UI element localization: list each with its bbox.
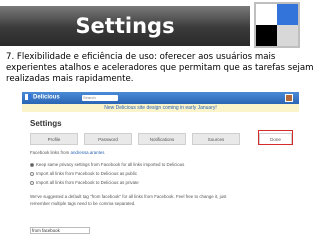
delicious-logo-icon [254, 2, 300, 48]
section-user-link[interactable]: andressa.arantes [71, 150, 105, 155]
tab-profile[interactable]: Profile [30, 133, 78, 145]
option-keep-privacy[interactable]: Keep same privacy settings from Facebook… [30, 162, 184, 167]
slide-title: Settings [75, 14, 175, 38]
option-label: Import all links from Facebook to Delici… [36, 171, 138, 176]
tag-note-line-2: remember multiple tags need to be comma … [30, 201, 136, 206]
slide-description: 7. Flexibilidade e eficiência de uso: of… [6, 52, 314, 84]
option-label: Import all links from Facebook to Delici… [36, 180, 139, 185]
option-import-private[interactable]: Import all links from Facebook to Delici… [30, 180, 139, 185]
radio-icon[interactable] [30, 171, 34, 176]
settings-tabs: Profile Password Notifications Sources D… [30, 130, 295, 145]
section-label: Facebook links from [30, 150, 70, 155]
tab-password[interactable]: Password [84, 133, 132, 145]
default-tag-input[interactable]: from facebook [30, 227, 90, 234]
slide-header: Settings [0, 0, 320, 50]
section-heading: Facebook links from andressa.arantes [30, 150, 104, 155]
option-label: Keep same privacy settings from Facebook… [36, 162, 185, 167]
app-header: Delicious Search [22, 92, 299, 104]
page-title: Settings [30, 119, 62, 128]
done-highlight-box [258, 130, 293, 145]
option-import-public[interactable]: Import all links from Facebook to Delici… [30, 171, 137, 176]
radio-icon[interactable] [30, 162, 34, 167]
brand[interactable]: Delicious [25, 94, 60, 101]
brand-icon [25, 94, 31, 100]
radio-icon[interactable] [30, 180, 34, 185]
notice-text[interactable]: New Delicious site design coming in earl… [104, 105, 217, 111]
search-input[interactable]: Search [82, 95, 118, 101]
tab-sources[interactable]: Sources [192, 133, 240, 145]
delicious-settings-screenshot: Delicious Search New Delicious site desi… [22, 92, 299, 238]
brand-label: Delicious [33, 94, 60, 101]
avatar[interactable] [285, 94, 293, 102]
notice-banner: New Delicious site design coming in earl… [22, 104, 299, 112]
tab-notifications[interactable]: Notifications [138, 133, 186, 145]
tag-note-line-1: We've suggested a default tag "from face… [30, 194, 227, 199]
